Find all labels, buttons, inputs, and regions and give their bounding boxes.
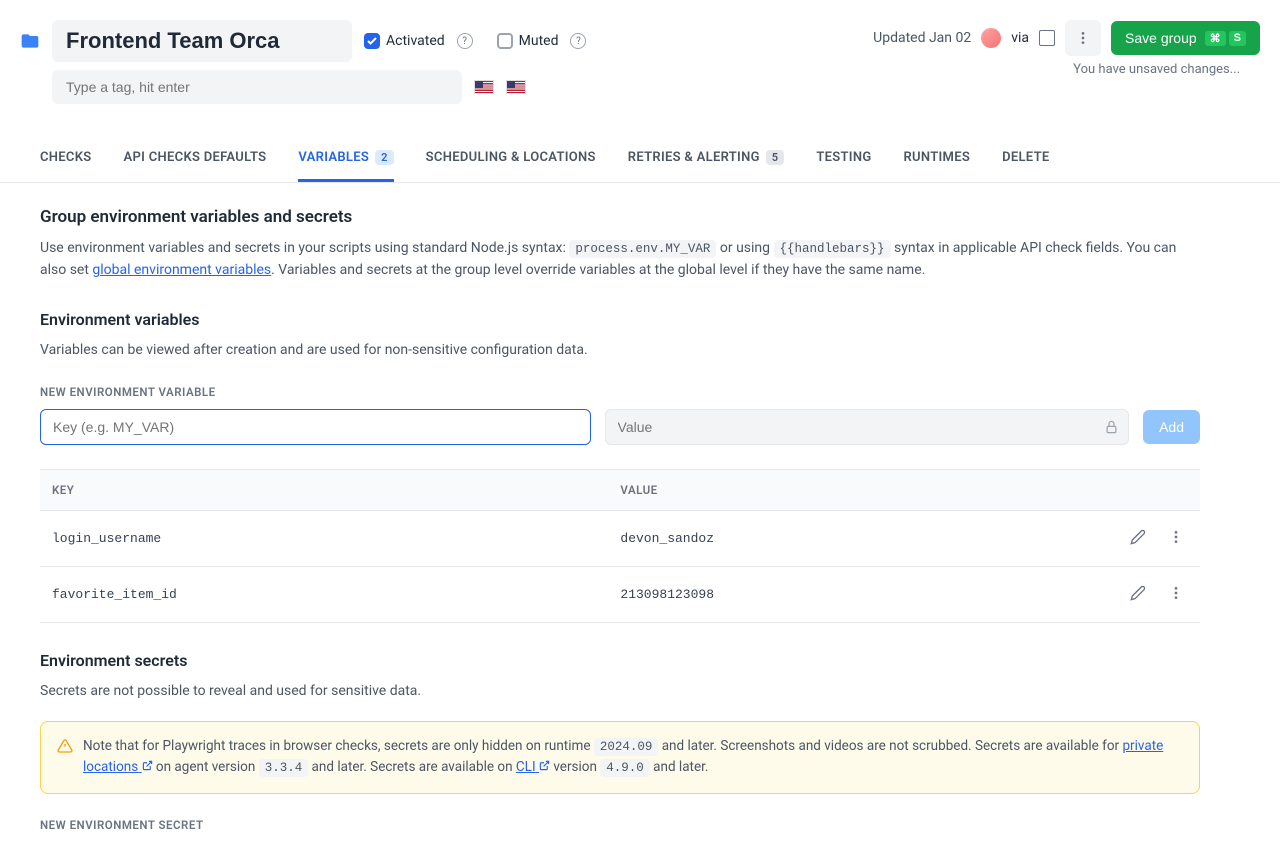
external-link-icon [539,760,550,771]
table-row: favorite_item_id213098123098 [40,567,1200,623]
activated-label: Activated [386,33,445,49]
add-env-var-button[interactable]: Add [1143,410,1200,444]
env-vars-table: KEY VALUE login_usernamedevon_sandoz fav… [40,469,1200,623]
tab-runtimes[interactable]: RUNTIMES [903,136,970,182]
secrets-title: Environment secrets [40,651,1200,670]
row-more-button[interactable] [1164,581,1188,608]
badge: 5 [766,150,785,165]
tab-retries-alerting[interactable]: RETRIES & ALERTING5 [628,136,785,182]
muted-label: Muted [519,33,559,49]
global-env-vars-link[interactable]: global environment variables [92,262,271,278]
calendar-icon [1039,30,1055,46]
tab-testing[interactable]: TESTING [816,136,871,182]
th-value: VALUE [608,470,1108,511]
tab-api-checks-defaults[interactable]: API CHECKS DEFAULTS [124,136,267,182]
help-icon[interactable]: ? [457,33,473,49]
muted-checkbox[interactable]: Muted [497,33,559,49]
flag-icon [506,80,526,94]
badge: 2 [375,150,394,165]
tag-input[interactable] [52,70,462,104]
activated-checkbox[interactable]: Activated [364,33,445,49]
tab-scheduling-locations[interactable]: SCHEDULING & LOCATIONS [426,136,596,182]
tab-checks[interactable]: CHECKS [40,136,92,182]
secrets-desc: Secrets are not possible to reveal and u… [40,680,1200,702]
group-name-input[interactable] [52,20,352,62]
new-env-var-label: NEW ENVIRONMENT VARIABLE [40,385,1200,399]
section-title: Group environment variables and secrets [40,207,1200,227]
warning-icon [57,738,73,754]
external-link-icon [142,760,153,771]
more-button[interactable] [1065,20,1101,56]
pencil-icon [1130,529,1146,545]
more-vertical-icon [1168,585,1184,601]
row-more-button[interactable] [1164,525,1188,552]
secrets-warning: Note that for Playwright traces in brows… [40,721,1200,794]
kbd-s: S [1229,31,1246,46]
kbd-cmd: ⌘ [1205,31,1226,46]
via-text: via [1011,30,1029,46]
more-vertical-icon [1075,30,1091,46]
table-row: login_usernamedevon_sandoz [40,511,1200,567]
save-group-button[interactable]: Save group ⌘ S [1111,21,1260,55]
pencil-icon [1130,585,1146,601]
env-var-value-input[interactable] [605,409,1130,445]
edit-button[interactable] [1126,525,1150,552]
unsaved-changes-text: You have unsaved changes... [873,56,1260,77]
th-key: KEY [40,470,608,511]
more-vertical-icon [1168,529,1184,545]
edit-button[interactable] [1126,581,1150,608]
env-vars-desc: Variables can be viewed after creation a… [40,339,1200,361]
updated-text: Updated Jan 02 [873,30,971,46]
flag-icon [474,80,494,94]
lock-icon [1104,420,1119,435]
tab-variables[interactable]: VARIABLES2 [298,136,393,182]
env-var-key-input[interactable] [40,409,591,445]
cli-link[interactable]: CLI [516,759,550,775]
tab-delete[interactable]: DELETE [1002,136,1049,182]
section-description: Use environment variables and secrets in… [40,237,1200,282]
folder-icon [20,31,40,51]
help-icon[interactable]: ? [570,33,586,49]
avatar [981,28,1001,48]
env-vars-title: Environment variables [40,310,1200,329]
